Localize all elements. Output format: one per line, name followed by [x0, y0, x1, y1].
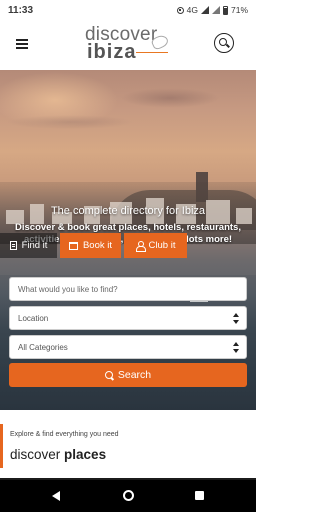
status-icons: 4G 71%	[176, 5, 248, 15]
tab-club-it[interactable]: Club it	[124, 233, 187, 258]
search-icon[interactable]	[214, 33, 234, 53]
tab-book-it[interactable]: Book it	[60, 233, 121, 258]
network-label: 4G	[186, 5, 198, 15]
app-header: discover ibiza	[0, 20, 256, 70]
back-icon[interactable]	[52, 491, 60, 501]
search-button-label: Search	[117, 369, 152, 381]
recent-apps-icon[interactable]	[195, 491, 204, 500]
tab-label: Find it	[21, 240, 48, 251]
explore-title-light: discover	[10, 447, 61, 462]
explore-section: Explore & find everything you need disco…	[0, 410, 256, 482]
hero-sky	[0, 70, 256, 140]
status-time: 11:33	[8, 4, 34, 16]
explore-subtitle: Explore & find everything you need	[10, 431, 119, 438]
search-input[interactable]	[18, 284, 238, 294]
vibrate-icon	[176, 6, 184, 14]
calendar-icon	[68, 241, 78, 250]
location-select-value: Location	[18, 313, 49, 323]
logo-underline	[136, 52, 168, 53]
tab-label: Book it	[82, 240, 113, 251]
explore-title-bold: places	[64, 447, 107, 462]
discover-places-card[interactable]: Explore & find everything you need disco…	[0, 424, 256, 468]
signal-icon	[200, 6, 209, 14]
status-bar: 11:33 4G 71%	[0, 0, 256, 20]
location-select[interactable]: Location	[9, 306, 247, 330]
search-button[interactable]: Search	[9, 363, 247, 387]
logo-text-bottom: ibiza	[87, 41, 137, 63]
system-nav-bar	[0, 480, 256, 512]
category-select-value: All Categories	[18, 342, 68, 352]
tab-find-it[interactable]: Find it	[0, 233, 57, 258]
search-icon	[104, 370, 114, 380]
user-icon	[135, 241, 146, 252]
hero-title: The complete directory for Ibiza	[50, 205, 206, 217]
category-select[interactable]: All Categories	[9, 335, 247, 359]
document-icon	[9, 241, 17, 250]
home-icon[interactable]	[123, 490, 134, 501]
tab-label: Club it	[148, 240, 176, 251]
logo[interactable]: discover ibiza	[80, 24, 180, 68]
menu-icon[interactable]	[16, 39, 28, 49]
select-arrows-icon	[233, 313, 239, 324]
battery-icon	[222, 5, 228, 15]
wifi-icon	[211, 6, 220, 14]
battery-level: 71%	[230, 5, 248, 15]
keyword-search-field[interactable]	[9, 277, 247, 301]
select-arrows-icon	[233, 342, 239, 353]
explore-title: discover places	[10, 447, 106, 462]
search-tabs: Find it Book it Club it	[0, 233, 256, 258]
